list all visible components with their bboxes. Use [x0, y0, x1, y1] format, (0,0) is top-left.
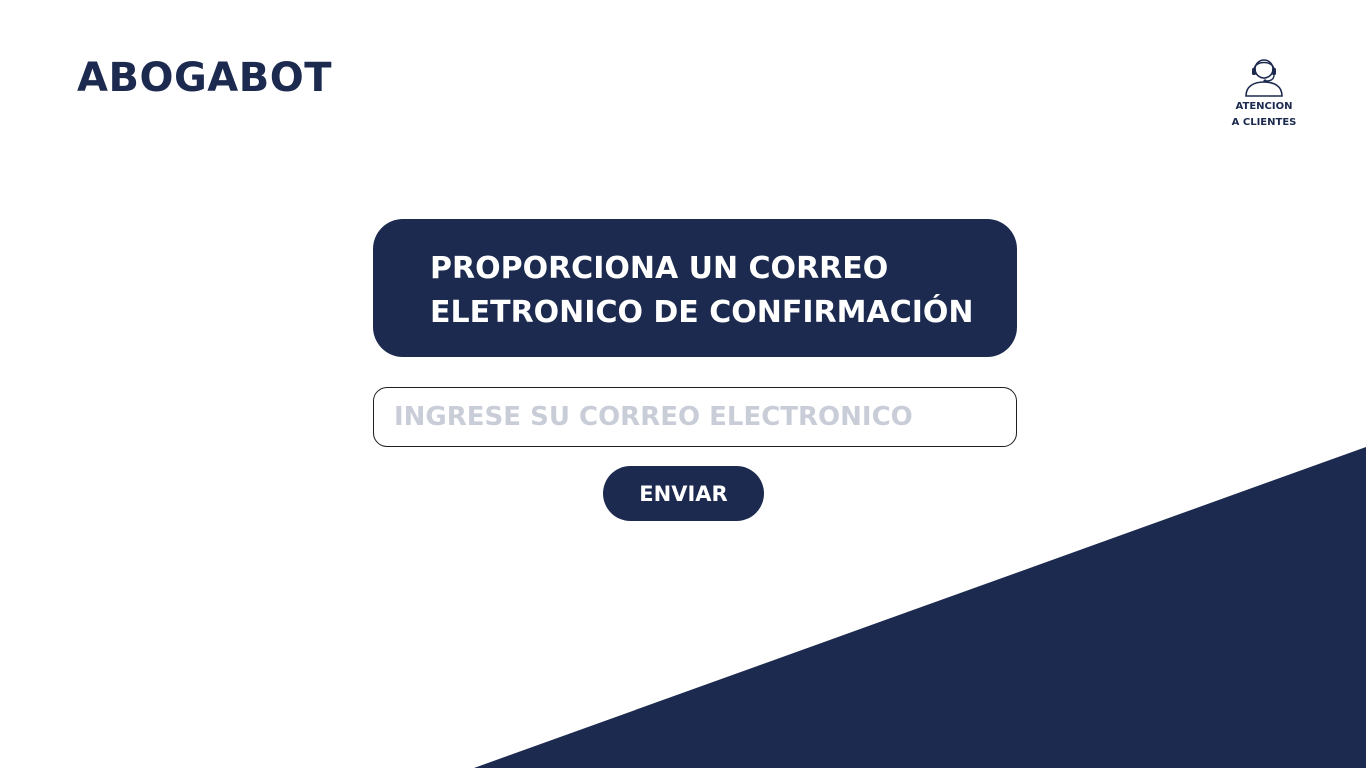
support-label-line1: ATENCION: [1235, 101, 1293, 112]
customer-support-button[interactable]: ATENCION A CLIENTES: [1224, 54, 1304, 130]
background-diagonal-shape: [474, 447, 1366, 768]
instruction-text-line1: PROPORCIONA UN CORREO: [430, 251, 889, 286]
send-button[interactable]: ENVIAR: [603, 466, 764, 521]
support-label-line2: A CLIENTES: [1231, 117, 1297, 128]
instruction-banner: PROPORCIONA UN CORREO ELETRONICO DE CONF…: [373, 219, 1017, 357]
headset-agent-icon: [1245, 59, 1283, 97]
app-logo: ABOGABOT: [77, 55, 333, 101]
instruction-text-line2: ELETRONICO DE CONFIRMACIÓN: [430, 295, 974, 330]
email-input[interactable]: [373, 387, 1017, 447]
